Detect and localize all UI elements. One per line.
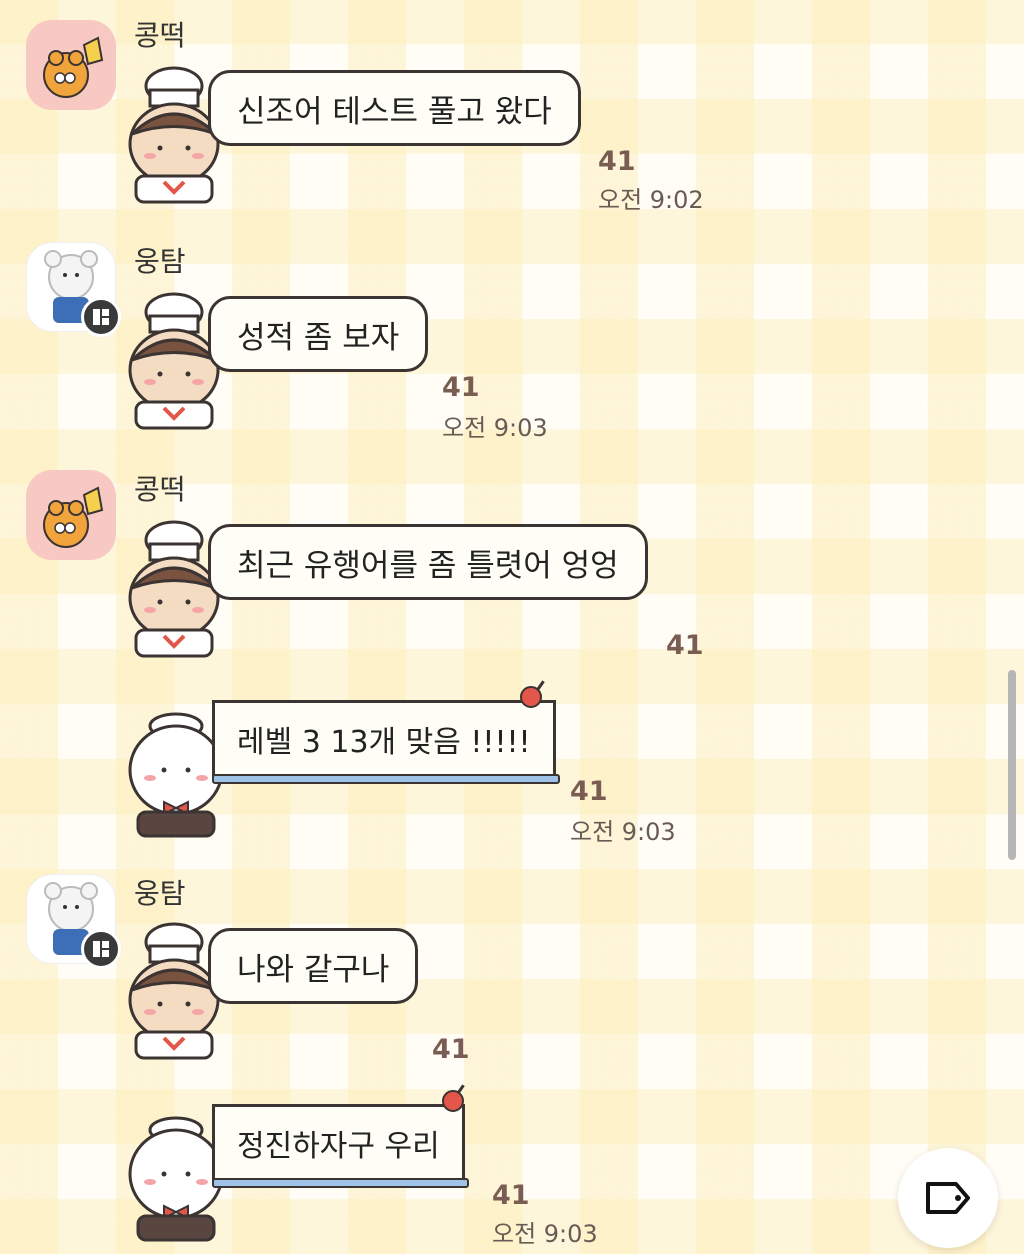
sender-name: 콩떡: [134, 19, 186, 52]
message-bubble[interactable]: 성적 좀 보자: [208, 296, 429, 372]
message-bubble[interactable]: 최근 유행어를 좀 틀렷어 엉엉: [208, 524, 648, 600]
read-count: 41: [570, 776, 608, 807]
sender-name: 콩떡: [134, 473, 186, 506]
message-bubble[interactable]: 신조어 테스트 풀고 왔다: [208, 70, 581, 146]
chat-area[interactable]: 콩떡 신조어 테스트 풀고 왔다 41 오전 9:02 웅탐 성적 좀 보자 4…: [0, 0, 1024, 1254]
cherry-icon: [520, 686, 542, 708]
tag-icon: [926, 1182, 970, 1214]
app-badge-icon: [81, 297, 121, 337]
ryan-character-icon: [43, 486, 104, 548]
timestamp: 오전 9:03: [570, 818, 676, 846]
read-count: 41: [666, 630, 704, 661]
read-count: 41: [442, 372, 480, 403]
timestamp: 오전 9:02: [598, 186, 704, 214]
message-bubble[interactable]: 정진하자구 우리: [212, 1104, 469, 1188]
sender-name: 웅탐: [134, 877, 186, 910]
sender-avatar-kongtteok[interactable]: [26, 20, 116, 110]
scrollbar[interactable]: [1008, 670, 1016, 860]
timestamp: 오전 9:03: [492, 1220, 598, 1248]
message-bubble[interactable]: 레벨 3 13개 맞음 !!!!!: [212, 700, 560, 784]
ryan-character-icon: [43, 36, 104, 98]
timestamp: 오전 9:03: [442, 414, 548, 442]
read-count: 41: [598, 146, 636, 177]
app-badge-icon: [81, 929, 121, 969]
sender-avatar-kongtteok[interactable]: [26, 470, 116, 560]
read-count: 41: [492, 1180, 530, 1211]
message-bubble[interactable]: 나와 같구나: [208, 928, 419, 1004]
read-count: 41: [432, 1034, 470, 1065]
sender-avatar-ungtam[interactable]: [26, 242, 121, 337]
cherry-icon: [442, 1090, 464, 1112]
sender-avatar-ungtam[interactable]: [26, 874, 121, 969]
sender-name: 웅탐: [134, 245, 186, 278]
tag-button[interactable]: [898, 1148, 998, 1248]
